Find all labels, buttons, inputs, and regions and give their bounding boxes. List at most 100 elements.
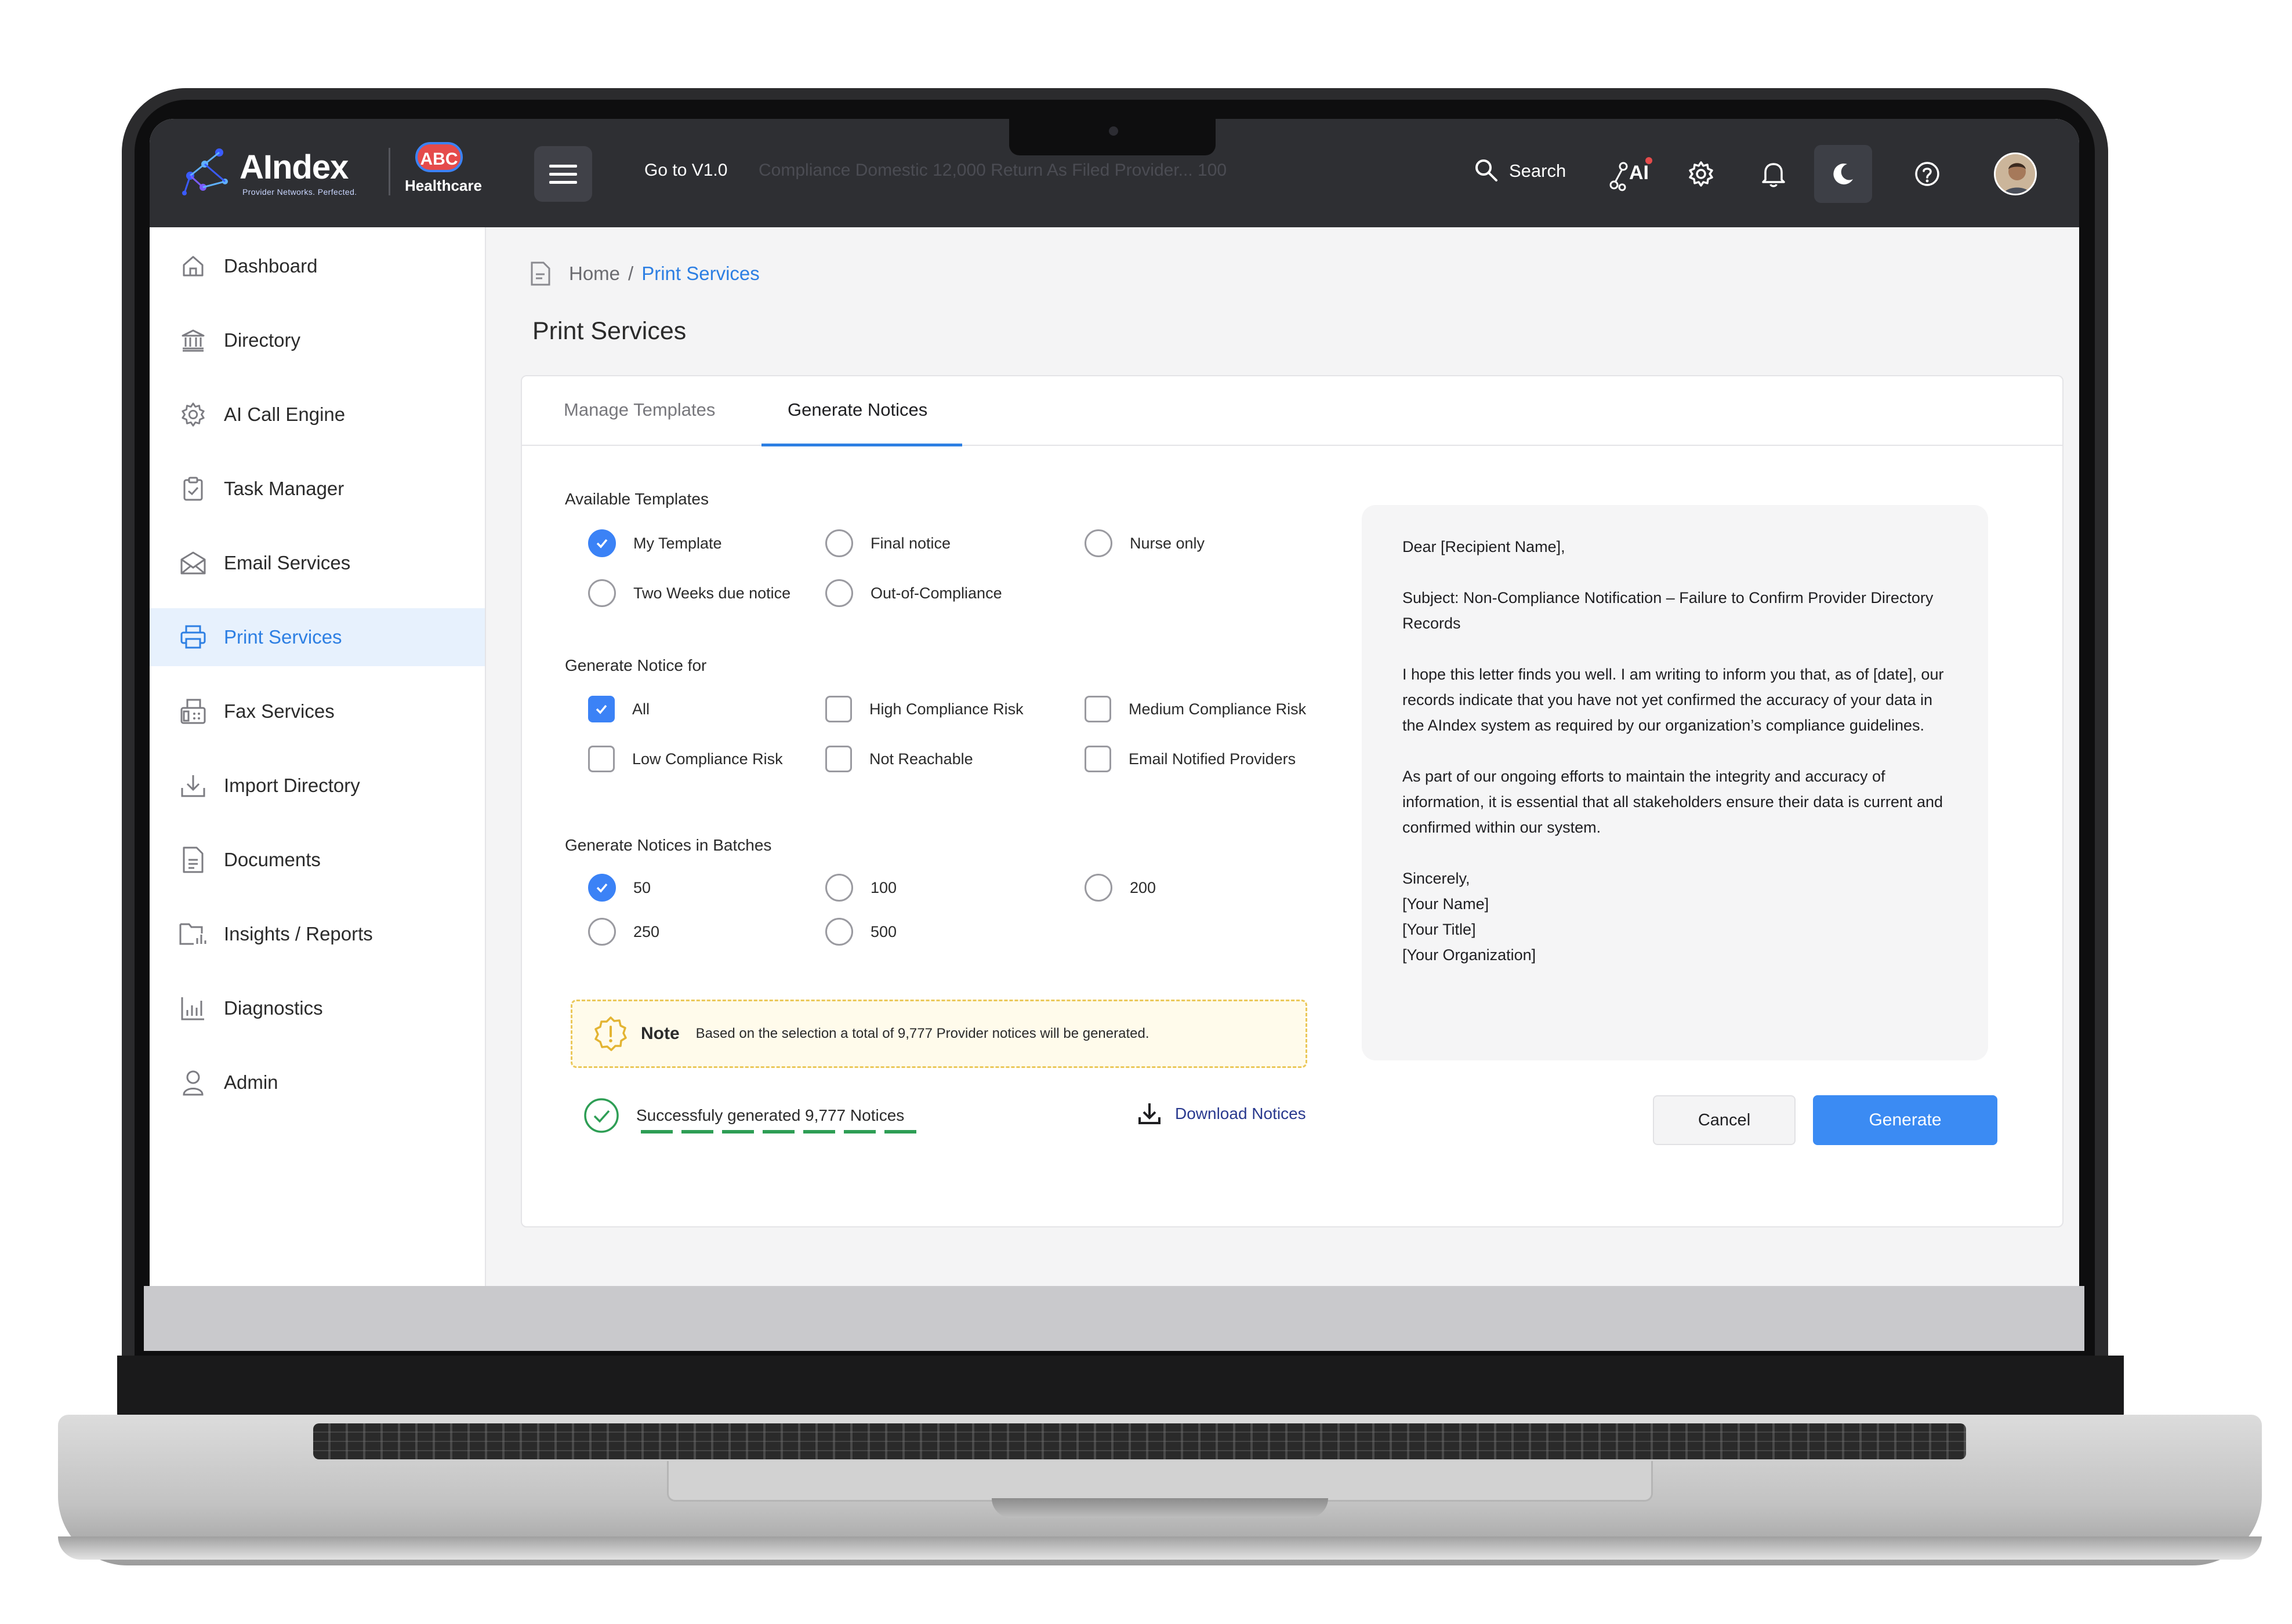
check-icon [596,704,607,714]
note-title: Note [641,1024,680,1043]
template-option-nurse-only[interactable]: Nurse only [1085,529,1205,557]
checkbox-unchecked[interactable] [588,746,615,772]
aindex-logo[interactable]: AIndex Provider Networks. Perfected. [179,141,370,205]
template-option-final-notice[interactable]: Final notice [825,529,951,557]
radio-unchecked[interactable] [825,579,853,607]
sidebar-item-import-directory[interactable]: Import Directory [150,757,485,815]
option-label: Nurse only [1130,534,1205,552]
user-avatar[interactable] [1994,152,2037,195]
app-screen: AIndex Provider Networks. Perfected. ABC… [150,119,2079,1286]
template-option-out-of-compliance[interactable]: Out-of-Compliance [825,579,1002,607]
notice-for-not-reachable[interactable]: Not Reachable [825,746,973,772]
download-label: Download Notices [1175,1105,1306,1122]
notice-for-all[interactable]: All [588,696,650,722]
download-notices-link[interactable]: Download Notices [1137,1101,1306,1127]
sidebar-item-label: Fax Services [224,700,335,722]
search-button[interactable]: Search [1473,157,1589,190]
sidebar-item-documents[interactable]: Documents [150,831,485,889]
radio-unchecked[interactable] [825,529,853,557]
menu-line-icon [549,165,577,168]
sidebar-item-admin[interactable]: Admin [150,1053,485,1111]
checkbox-checked[interactable] [588,696,615,722]
cancel-button[interactable]: Cancel [1653,1095,1796,1145]
batches-label: Generate Notices in Batches [565,836,772,854]
notifications-button[interactable] [1750,151,1797,197]
template-option-my-template[interactable]: My Template [588,529,722,557]
notice-for-email-notified[interactable]: Email Notified Providers [1085,746,1296,772]
help-button[interactable] [1904,151,1950,197]
option-label: Medium Compliance Risk [1129,700,1307,718]
print-services-card: Manage Templates Generate Notices Availa… [521,375,2063,1227]
dark-mode-toggle[interactable] [1814,145,1872,203]
radio-unchecked[interactable] [825,918,853,946]
generate-button[interactable]: Generate [1813,1095,1997,1145]
radio-unchecked[interactable] [825,874,853,902]
check-icon [596,539,608,548]
sidebar-item-diagnostics[interactable]: Diagnostics [150,979,485,1037]
org-name: Healthcare [405,177,482,194]
sidebar-item-print-services[interactable]: Print Services [150,608,485,666]
option-label: All [632,700,650,718]
notice-for-medium-risk[interactable]: Medium Compliance Risk [1085,696,1306,722]
fax-icon [177,696,209,727]
org-logo: ABC Healthcare [405,140,492,204]
hamburger-menu-button[interactable] [534,146,592,202]
batch-option-100[interactable]: 100 [825,874,897,902]
search-label: Search [1509,161,1566,181]
batch-option-500[interactable]: 500 [825,918,897,946]
radio-checked[interactable] [588,874,616,902]
sidebar-item-label: Email Services [224,552,351,573]
radio-unchecked[interactable] [588,579,616,607]
template-option-two-weeks[interactable]: Two Weeks due notice [588,579,790,607]
user-icon [177,1067,209,1098]
option-label: Low Compliance Risk [632,750,783,768]
goto-v1-link[interactable]: Go to V1.0 [644,161,727,180]
checkbox-unchecked[interactable] [825,746,852,772]
option-label: Two Weeks due notice [633,584,791,602]
sidebar-item-label: Diagnostics [224,997,323,1019]
sidebar-item-email-services[interactable]: Email Services [150,534,485,592]
sidebar-item-directory[interactable]: Directory [150,311,485,369]
settings-button[interactable] [1678,151,1724,197]
breadcrumb-home[interactable]: Home [569,263,620,285]
sidebar-item-insights-reports[interactable]: Insights / Reports [150,905,485,963]
option-label: Not Reachable [869,750,973,768]
camera-notch [1009,116,1216,155]
sidebar-item-dashboard[interactable]: Dashboard [150,237,485,295]
sidebar-item-fax-services[interactable]: Fax Services [150,682,485,740]
batch-option-250[interactable]: 250 [588,918,659,946]
tab-generate-notices[interactable]: Generate Notices [788,399,927,420]
radio-checked[interactable] [588,529,616,557]
checkbox-unchecked[interactable] [825,696,852,722]
bell-icon [1762,163,1785,187]
download-tray-icon [177,770,209,801]
laptop-trackpad [667,1461,1653,1502]
radio-unchecked[interactable] [1085,874,1112,902]
checkbox-unchecked[interactable] [1085,746,1111,772]
camera-icon [1109,126,1118,136]
radio-unchecked[interactable] [1085,529,1112,557]
tab-manage-templates[interactable]: Manage Templates [564,399,715,420]
sidebar-item-label: Task Manager [224,478,344,499]
clipboard-icon [177,473,209,504]
sidebar-item-task-manager[interactable]: Task Manager [150,460,485,518]
batch-option-50[interactable]: 50 [588,874,651,902]
letter-salutation: Dear [Recipient Name], [1402,538,1565,555]
sidebar-item-label: Documents [224,849,321,870]
option-label: 200 [1130,878,1156,896]
ai-assistant-button[interactable]: AI [1608,151,1655,197]
checkbox-unchecked[interactable] [1085,696,1111,722]
ai-sparkle-icon: AI [1609,157,1652,191]
letter-organization: [Your Organization] [1402,946,1536,964]
sidebar-item-label: Admin [224,1071,278,1093]
gear-icon [177,399,209,430]
notice-for-low-risk[interactable]: Low Compliance Risk [588,746,783,772]
logo-wordmark: AIndex [240,148,349,186]
screen-bottom-bezel [144,1286,2084,1351]
sidebar-item-label: Dashboard [224,255,318,277]
batch-option-200[interactable]: 200 [1085,874,1156,902]
radio-unchecked[interactable] [588,918,616,946]
folder-chart-icon [177,918,209,950]
notice-for-high-risk[interactable]: High Compliance Risk [825,696,1024,722]
sidebar-item-ai-call-engine[interactable]: AI Call Engine [150,386,485,444]
